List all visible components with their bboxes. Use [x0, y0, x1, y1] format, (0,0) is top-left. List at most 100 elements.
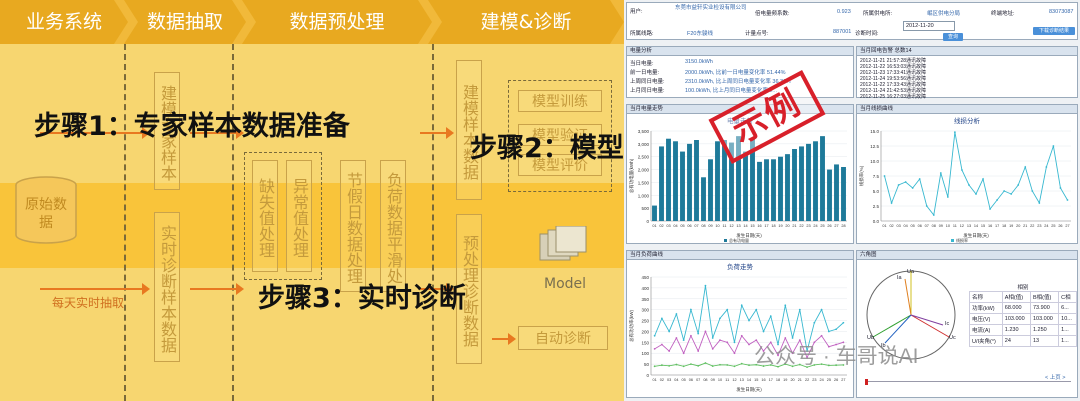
bar [701, 177, 706, 221]
data-point [918, 178, 921, 180]
data-point [719, 339, 721, 342]
stage-preprocess: 数据预处理 [242, 0, 432, 44]
data-point [842, 321, 845, 324]
model-train-box: 模型训练 [518, 90, 602, 112]
data-point [704, 330, 707, 333]
x-tick-label: 02 [889, 224, 893, 228]
data-point [682, 339, 685, 342]
bar [820, 136, 825, 221]
y-tick-label: 1,000 [638, 193, 650, 198]
x-tick-label: 10 [718, 378, 722, 382]
next-page-link[interactable]: < 上页 > [1045, 373, 1065, 381]
ratio-label: 倍电量频系数: [755, 11, 790, 17]
timeline-handle[interactable] [865, 379, 868, 385]
timeline-slider[interactable] [865, 379, 1071, 387]
data-point [961, 169, 963, 171]
stage-data-extract: 数据抽取 [124, 0, 246, 44]
chart-title: 线损分析 [954, 116, 981, 125]
table-cell: 电流(A) [969, 324, 1003, 336]
x-tick-label: 12 [960, 224, 964, 228]
bar [813, 141, 818, 221]
data-point [719, 317, 721, 320]
line-loss-title: 当月线损曲线 [857, 105, 1077, 114]
energy-analysis-panel: 电量分析 当日电量: 3150.0kWh 前一日电量: 2000.0kWh, 比前一日… [626, 46, 854, 98]
x-tick-label: 05 [680, 224, 684, 228]
data-point [1052, 145, 1055, 147]
data-point [711, 347, 714, 350]
data-point [982, 178, 984, 180]
data-point [653, 334, 656, 337]
y-tick-label: 5.0 [873, 189, 880, 194]
x-tick-label: 13 [736, 224, 740, 228]
y-tick-label: 400 [641, 286, 649, 291]
x-tick-label: 18 [1002, 224, 1006, 228]
x-tick-label: 07 [696, 378, 700, 382]
data-point [827, 330, 830, 333]
stage-divider [432, 44, 434, 401]
ratio-value: 0.923 [837, 9, 851, 15]
data-point [668, 350, 671, 352]
x-tick-label: 03 [667, 378, 671, 382]
x-tick-label: 06 [918, 224, 922, 228]
y-axis-label: 总有功电量(kWh) [628, 158, 635, 193]
x-tick-label: 26 [827, 224, 831, 228]
x-tick-label: 10 [715, 224, 719, 228]
bar [652, 205, 657, 221]
x-tick-label: 15 [750, 224, 754, 228]
x-tick-label: 11 [723, 224, 727, 228]
data-point [719, 363, 721, 366]
diag-date-input[interactable]: 2012-11-20 [903, 21, 955, 31]
bar [785, 154, 790, 221]
table-group-header: 相别 [1017, 285, 1029, 291]
data-point [1066, 199, 1069, 201]
x-tick-label: 19 [783, 378, 787, 382]
y-axis-label: 总有功功率(kW) [628, 310, 635, 342]
data-point [1017, 184, 1020, 186]
x-tick-label: 18 [776, 378, 780, 382]
x-tick-label: 02 [660, 378, 664, 382]
x-tick-label: 14 [747, 378, 751, 382]
terminal-value: 83073087 [1049, 9, 1074, 15]
table-cell: C相 [1058, 291, 1077, 303]
auto-diagnosis-box: 自动诊断 [518, 326, 608, 350]
y-tick-label: 2,500 [638, 155, 650, 160]
data-point [1059, 187, 1062, 189]
alarm-item[interactable]: 2012-11-25 16:27:03通讯故障 [860, 93, 926, 100]
model-label: Model [544, 276, 587, 292]
x-tick-label: 12 [732, 378, 736, 382]
x-tick-label: 25 [1051, 224, 1055, 228]
arrow [492, 333, 516, 345]
phasor-label-ua: Ua [907, 269, 915, 275]
load-trend-panel: 当月负荷曲线 负荷走势 0 50 100 150 200 250 300 350 400 450 01… [626, 250, 854, 398]
daily-extract-label: 每天实时抽取 [52, 296, 125, 310]
x-tick-label: 08 [701, 224, 705, 228]
data-point [748, 343, 750, 346]
legend-label: 线损率 [956, 237, 968, 243]
y-tick-label: 10.0 [870, 159, 879, 164]
x-tick-label: 19 [1009, 224, 1013, 228]
legend-swatch [724, 239, 727, 242]
table-cell: 6... [1058, 302, 1077, 314]
data-point [911, 187, 914, 189]
x-tick-label: 03 [896, 224, 900, 228]
export-button[interactable]: 下载诊断结果 [1033, 27, 1075, 35]
table-cell: 1... [1058, 324, 1077, 336]
stage-divider [232, 44, 234, 401]
x-tick-label: 20 [1016, 224, 1020, 228]
x-tick-label: 17 [769, 378, 773, 382]
step2-title: 步骤2：模型 [470, 133, 624, 164]
diagnosis-dashboard: 用户: 东莞市益轩实业检设有限公司 倍电量频系数: 0.923 所属供电所: 岷… [624, 0, 1080, 401]
table-cell: 68.000 [1001, 302, 1031, 314]
y-tick-label: 150 [641, 340, 649, 345]
x-tick-label: 26 [1058, 224, 1062, 228]
data-point [675, 363, 678, 366]
data-point [748, 319, 750, 322]
query-button[interactable]: 查询 [943, 33, 963, 41]
x-tick-label: 24 [813, 224, 817, 228]
bar [715, 141, 720, 221]
data-point [953, 131, 956, 134]
x-tick-label: 23 [812, 378, 816, 382]
x-tick-label: 24 [819, 378, 823, 382]
data-point [690, 308, 692, 311]
stage-modeling-diagnosis: 建模&诊断 [428, 0, 624, 44]
